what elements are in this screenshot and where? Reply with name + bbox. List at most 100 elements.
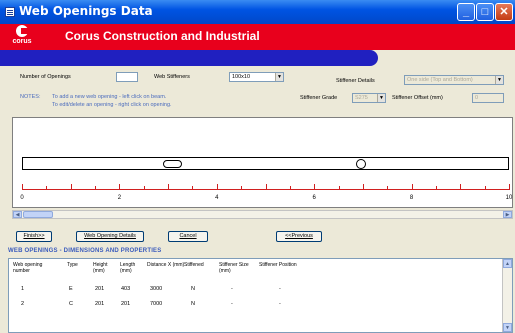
table-section-title: WEB OPENINGS - DIMENSIONS AND PROPERTIES [8, 248, 162, 254]
ruler-tick [460, 184, 462, 190]
cell-stiffener-position: - [279, 301, 281, 307]
note-edit-opening: To edit/delete an opening - right click … [52, 102, 172, 108]
window-title: Web Openings Data [19, 4, 153, 18]
ruler-tick [95, 186, 97, 190]
web-opening-circular[interactable] [356, 159, 366, 169]
stiffener-details-label: Stiffener Details [336, 78, 375, 84]
ruler-tick [168, 184, 170, 190]
cell-stiffener-position: - [279, 286, 281, 292]
ruler-tick [411, 184, 413, 190]
ruler-tick [338, 186, 340, 190]
cell-type: E [69, 286, 73, 292]
num-openings-input[interactable] [116, 72, 138, 82]
ruler-tick [362, 184, 364, 190]
stiffener-offset-input[interactable]: 0 [472, 93, 504, 103]
stiffener-grade-select[interactable]: S275 ▼ [352, 93, 386, 103]
ruler-tick [46, 186, 48, 190]
ruler-tick [192, 186, 194, 190]
cell-stiffener-size: - [231, 301, 233, 307]
ruler-tick [70, 184, 72, 190]
ruler-tick [143, 186, 145, 190]
finish-button[interactable]: Finish>> [16, 231, 52, 242]
ruler-tick-label: 4 [215, 195, 219, 201]
ruler-tick-label: 2 [117, 195, 122, 201]
stiffener-grade-label: Stiffener Grade [300, 95, 338, 101]
cell-number: 1 [21, 286, 25, 292]
logo-text: corus [12, 38, 32, 45]
scroll-right-icon[interactable]: ▶ [503, 211, 512, 218]
ruler-tick [509, 184, 510, 190]
ruler-tick-label: 0 [20, 195, 24, 201]
vertical-scrollbar[interactable]: ▲ ▼ [502, 259, 512, 332]
header-accent-bar [0, 50, 378, 66]
stiffener-offset-label: Stiffener Offset (mm) [392, 95, 443, 101]
ruler-tick [216, 184, 218, 190]
header-stiffener-position: Stiffener Position [259, 262, 297, 268]
corus-logo-icon [16, 25, 30, 37]
header-stiffened: Stiffened [184, 262, 204, 268]
ruler-tick [265, 184, 267, 190]
cell-distance: 7000 [150, 301, 163, 307]
horizontal-scrollbar[interactable]: ◀ ▶ [12, 210, 513, 219]
notes-label: NOTES: [20, 94, 41, 100]
cell-height: 201 [95, 301, 105, 307]
ruler-tick [119, 184, 121, 190]
web-stiffeners-label: Web Stiffeners [154, 74, 190, 80]
ruler-tick [22, 184, 23, 190]
stiffener-grade-value: S275 [355, 95, 368, 101]
num-openings-label: Number of Openings [20, 74, 71, 80]
note-add-opening: To add a new web opening - left click on… [52, 94, 167, 100]
title-bar: Web Openings Data _ □ ✕ [0, 0, 515, 24]
beam-outline[interactable] [22, 157, 509, 170]
ruler-tick [435, 186, 437, 190]
stiffener-details-value: One side (Top and Bottom) [407, 77, 473, 83]
beam-canvas[interactable]: 0 2 4 6 8 10 [12, 117, 513, 208]
scroll-thumb[interactable] [23, 211, 53, 218]
header-stiffener-size: Stiffener Size (mm) [219, 262, 249, 274]
stiffener-details-select[interactable]: One side (Top and Bottom) ▼ [404, 75, 504, 85]
cell-distance: 3000 [150, 286, 163, 292]
ruler-tick [314, 184, 316, 190]
cell-stiffened: N [191, 301, 195, 307]
cell-height: 201 [95, 286, 105, 292]
web-stiffeners-select[interactable]: 100x10 ▼ [229, 72, 284, 82]
chevron-down-icon[interactable]: ▼ [377, 94, 385, 102]
ruler-tick-label: 10 [505, 195, 513, 201]
previous-button[interactable]: <<Previous [276, 231, 322, 242]
stiffener-settings: Number of Openings Web Stiffeners 100x10… [12, 70, 512, 116]
corus-logo: corus [7, 25, 37, 49]
scroll-up-icon[interactable]: ▲ [503, 259, 512, 268]
close-button[interactable]: ✕ [495, 3, 513, 21]
web-opening-details-button[interactable]: Web Opening Details [76, 231, 144, 242]
ruler-tick [387, 186, 389, 190]
cancel-button[interactable]: Cancel [168, 231, 208, 242]
ruler-tick [484, 186, 486, 190]
ruler-tick-label: 6 [312, 195, 316, 201]
ruler-tick [289, 186, 291, 190]
header-height: Height (mm) [93, 262, 108, 274]
company-name: Corus Construction and Industrial [65, 29, 260, 43]
cell-length: 201 [121, 301, 131, 307]
chevron-down-icon[interactable]: ▼ [495, 76, 503, 84]
app-icon [5, 7, 15, 17]
chevron-down-icon[interactable]: ▼ [275, 73, 283, 81]
brand-banner: corus Corus Construction and Industrial [0, 24, 515, 50]
scroll-down-icon[interactable]: ▼ [503, 323, 512, 332]
scroll-left-icon[interactable]: ◀ [13, 211, 22, 218]
ruler-tick [241, 186, 243, 190]
cell-stiffener-size: - [231, 286, 233, 292]
ruler-tick-label: 8 [409, 195, 414, 201]
header-distance: Distance X (mm) [147, 262, 185, 268]
maximize-button[interactable]: □ [476, 3, 494, 21]
web-stiffeners-value: 100x10 [232, 74, 251, 80]
cell-type: C [69, 301, 73, 307]
header-opening-number: Web opening number [13, 262, 43, 274]
cell-number: 2 [21, 301, 25, 307]
header-length: Length (mm) [120, 262, 136, 274]
cell-stiffened: N [191, 286, 195, 292]
cell-length: 403 [121, 286, 131, 292]
openings-table: Web opening number Type Height (mm) Leng… [8, 258, 513, 333]
minimize-button[interactable]: _ [457, 3, 475, 21]
header-type: Type [67, 262, 78, 268]
web-opening-elongated[interactable] [163, 160, 182, 168]
